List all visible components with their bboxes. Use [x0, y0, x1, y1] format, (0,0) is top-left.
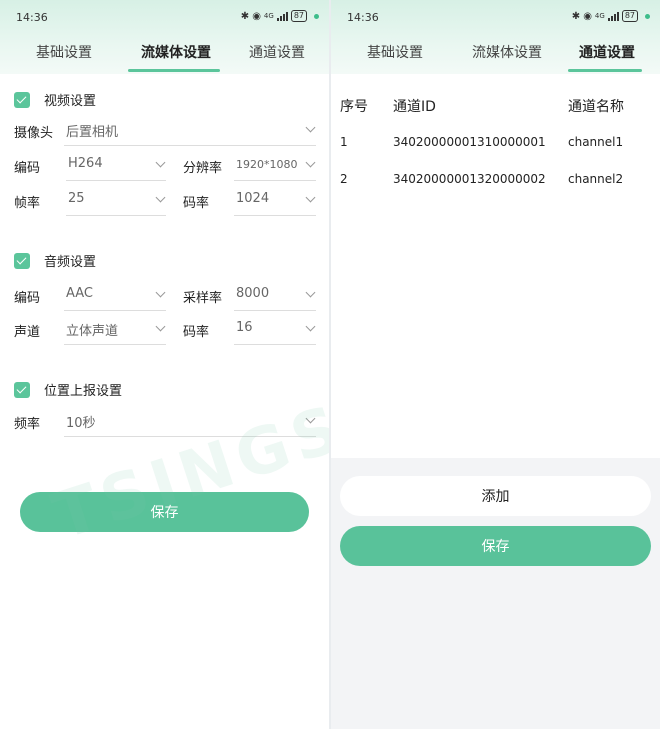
row-index: 1: [340, 135, 348, 149]
settings-tabs: 基础设置 流媒体设置 通道设置: [331, 36, 660, 74]
fps-label: 帧率: [14, 196, 41, 211]
audio-settings-header[interactable]: 音频设置: [14, 251, 96, 270]
row-channel-name: channel2: [568, 172, 624, 186]
status-bar: 14:36 ✱ ◉ 4G 87: [331, 0, 660, 34]
network-label: 4G: [263, 12, 274, 20]
camera-value: 后置相机: [66, 125, 119, 140]
add-channel-button[interactable]: 添加: [340, 476, 651, 516]
top-bar: 14:36 ✱ ◉ 4G 87 基础设置 流媒体设置 通道设置: [0, 0, 329, 74]
audio-codec-value: AAC: [66, 286, 93, 301]
chevron-down-icon: [155, 157, 166, 168]
notification-dot-icon: [314, 13, 319, 19]
row-channel-id: 34020000001310000001: [393, 135, 546, 149]
row-channel-name: channel1: [568, 135, 624, 149]
audio-channel-value: 立体声道: [66, 324, 119, 339]
chevron-down-icon: [155, 321, 166, 332]
column-header-index: 序号: [340, 99, 368, 115]
tab-channel-settings[interactable]: 通道设置: [579, 42, 635, 62]
location-icon: ◉: [252, 10, 261, 22]
video-bitrate-value: 1024: [236, 191, 270, 206]
save-button[interactable]: 保存: [20, 492, 309, 532]
video-codec-label: 编码: [14, 161, 41, 176]
status-time: 14:36: [16, 11, 48, 24]
active-tab-indicator: [128, 69, 220, 72]
chevron-down-icon: [305, 321, 316, 332]
column-header-channel-id: 通道ID: [393, 99, 436, 115]
chevron-down-icon: [305, 122, 316, 133]
audio-codec-label: 编码: [14, 291, 41, 306]
chevron-down-icon: [305, 157, 316, 168]
video-codec-select[interactable]: H264: [66, 151, 166, 181]
video-settings-header[interactable]: 视频设置: [14, 90, 96, 109]
video-bitrate-label: 码率: [183, 196, 210, 211]
location-settings-title: 位置上报设置: [44, 384, 123, 399]
signal-icon: [276, 11, 288, 21]
signal-icon: [607, 11, 619, 21]
status-bar: 14:36 ✱ ◉ 4G 87: [0, 0, 329, 34]
samplerate-select[interactable]: 8000: [234, 281, 316, 311]
camera-label: 摄像头: [14, 126, 54, 141]
tab-basic-settings[interactable]: 基础设置: [36, 42, 92, 62]
tab-basic-settings[interactable]: 基础设置: [367, 42, 423, 62]
frequency-value: 10秒: [66, 416, 96, 431]
chevron-down-icon: [305, 413, 316, 424]
audio-codec-select[interactable]: AAC: [64, 281, 166, 311]
column-header-channel-name: 通道名称: [568, 99, 624, 115]
row-channel-id: 34020000001320000002: [393, 172, 546, 186]
audio-channel-select[interactable]: 立体声道: [64, 315, 166, 345]
resolution-label: 分辨率: [183, 161, 223, 176]
frequency-select[interactable]: 10秒: [64, 407, 316, 437]
streaming-settings-screen: 14:36 ✱ ◉ 4G 87 基础设置 流媒体设置 通道设置 视频设置 摄像头…: [0, 0, 329, 729]
tab-channel-settings[interactable]: 通道设置: [249, 42, 305, 62]
notification-dot-icon: [645, 13, 650, 19]
chevron-down-icon: [305, 192, 316, 203]
chevron-down-icon: [305, 287, 316, 298]
tab-streaming-settings[interactable]: 流媒体设置: [141, 42, 211, 62]
chevron-down-icon: [155, 287, 166, 298]
bluetooth-icon: ✱: [240, 10, 250, 22]
settings-tabs: 基础设置 流媒体设置 通道设置: [0, 36, 329, 74]
chevron-down-icon: [155, 192, 166, 203]
row-index: 2: [340, 172, 348, 186]
video-bitrate-select[interactable]: 1024: [234, 186, 316, 216]
location-settings-header[interactable]: 位置上报设置: [14, 380, 122, 399]
frequency-label: 频率: [14, 417, 41, 432]
samplerate-value: 8000: [236, 286, 270, 301]
camera-select[interactable]: 后置相机: [64, 116, 316, 146]
active-tab-indicator: [568, 69, 642, 72]
fps-value: 25: [68, 191, 85, 206]
audio-bitrate-select[interactable]: 16: [234, 315, 316, 345]
battery-icon: 87: [290, 10, 307, 22]
audio-bitrate-label: 码率: [183, 325, 210, 340]
status-time: 14:36: [347, 11, 379, 24]
resolution-value: 1920*1080: [236, 158, 298, 171]
video-settings-checkbox[interactable]: [14, 91, 30, 108]
channel-settings-screen: 14:36 ✱ ◉ 4G 87 基础设置 流媒体设置 通道设置 序号 通道ID …: [331, 0, 660, 729]
samplerate-label: 采样率: [183, 291, 223, 306]
video-codec-value: H264: [68, 156, 103, 171]
network-label: 4G: [594, 12, 605, 20]
status-icons: ✱ ◉ 4G 87: [241, 10, 319, 22]
fps-select[interactable]: 25: [66, 186, 166, 216]
video-settings-title: 视频设置: [44, 94, 97, 109]
audio-channel-label: 声道: [14, 325, 41, 340]
location-icon: ◉: [583, 10, 592, 22]
resolution-select[interactable]: 1920*1080: [234, 151, 316, 181]
location-settings-checkbox[interactable]: [14, 381, 30, 398]
bottom-action-area: 添加 保存: [331, 458, 660, 729]
save-button[interactable]: 保存: [340, 526, 651, 566]
audio-settings-checkbox[interactable]: [14, 252, 30, 269]
audio-settings-title: 音频设置: [44, 255, 97, 270]
tab-streaming-settings[interactable]: 流媒体设置: [472, 42, 542, 62]
battery-icon: 87: [621, 10, 638, 22]
top-bar: 14:36 ✱ ◉ 4G 87 基础设置 流媒体设置 通道设置: [331, 0, 660, 74]
status-icons: ✱ ◉ 4G 87: [572, 10, 650, 22]
audio-bitrate-value: 16: [236, 320, 253, 335]
bluetooth-icon: ✱: [571, 10, 581, 22]
